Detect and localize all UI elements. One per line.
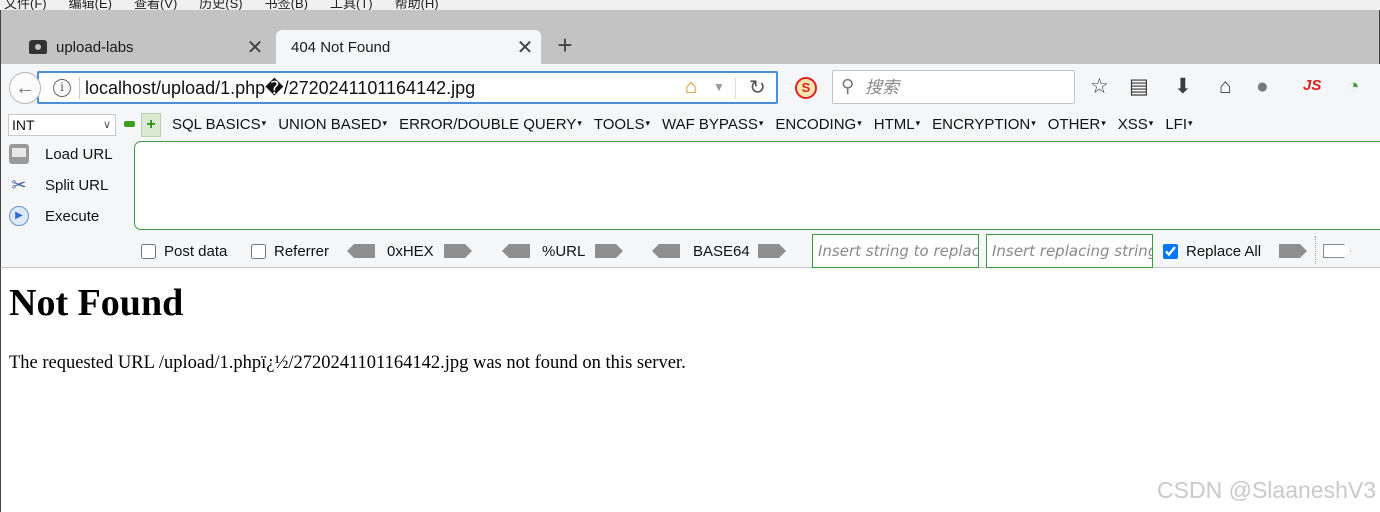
hackbar-url-textarea[interactable] <box>134 141 1380 230</box>
extension-icon[interactable]: ◔ <box>1347 74 1360 100</box>
url-encode-arrow-icon[interactable] <box>595 244 623 258</box>
divider <box>735 77 736 99</box>
hackbar-menu: INT ∨ + SQL BASICS UNION BASED ERROR/DOU… <box>0 110 1380 140</box>
reload-icon[interactable]: ↻ <box>749 75 766 100</box>
globe-icon[interactable]: ● <box>1256 74 1269 100</box>
menu-lfi[interactable]: LFI <box>1165 116 1192 133</box>
load-url-button[interactable]: Load URL <box>9 141 113 167</box>
menu-bar: 文件(F) 编辑(E) 查看(V) 历史(S) 书签(B) 工具(T) 帮助(H… <box>0 0 1380 10</box>
url-decode-arrow-icon[interactable] <box>502 244 530 258</box>
base64-decode-arrow-icon[interactable] <box>652 244 680 258</box>
new-tab-button[interactable]: + <box>552 30 578 60</box>
watermark: CSDN @SlaaneshV3 <box>1157 477 1376 503</box>
hex-encode-arrow-icon[interactable] <box>444 244 472 258</box>
replace-string-input[interactable] <box>812 234 979 268</box>
post-data-label: Post data <box>164 243 228 260</box>
back-button[interactable]: ← <box>9 72 41 104</box>
chevron-down-icon: ∨ <box>102 119 111 131</box>
menu-encryption[interactable]: ENCRYPTION <box>932 116 1036 133</box>
menu-help[interactable]: 帮助(H) <box>395 0 439 10</box>
base64-label: BASE64 <box>693 243 750 260</box>
url-bar[interactable]: i localhost/upload/1.php�/27202411011641… <box>37 71 778 104</box>
search-box[interactable]: ⚲ <box>832 70 1075 104</box>
navigation-toolbar: i localhost/upload/1.php�/27202411011641… <box>0 64 1380 110</box>
tab-not-found[interactable]: 404 Not Found ✕ <box>276 30 541 64</box>
menu-html[interactable]: HTML <box>874 116 920 133</box>
replace-next-arrow-icon[interactable] <box>1323 244 1351 258</box>
site-favicon-icon <box>29 40 47 54</box>
search-input[interactable] <box>865 78 1065 98</box>
type-select[interactable]: INT ∨ <box>8 114 116 136</box>
split-url-label: Split URL <box>45 176 109 194</box>
type-select-value: INT <box>12 117 35 133</box>
base64-encode-arrow-icon[interactable] <box>758 244 786 258</box>
url-text[interactable]: localhost/upload/1.php�/2720241101164142… <box>85 78 475 99</box>
play-icon: ▶ <box>9 206 29 226</box>
post-data-checkbox[interactable]: Post data <box>141 243 227 260</box>
menu-sql-basics[interactable]: SQL BASICS <box>172 116 266 133</box>
hackbar-options: Post data Referrer 0xHEX %URL BASE64 Rep… <box>1 232 1380 268</box>
referrer-checkbox[interactable]: Referrer <box>251 243 329 260</box>
home-icon[interactable]: ⌂ <box>1219 74 1232 100</box>
reading-list-icon[interactable]: ▤ <box>1129 74 1149 100</box>
info-icon[interactable]: i <box>53 79 71 97</box>
hex-label: 0xHEX <box>387 243 434 260</box>
menu-union-based[interactable]: UNION BASED <box>278 116 387 133</box>
split-url-button[interactable]: ✂ Split URL <box>9 172 108 198</box>
referrer-label: Referrer <box>274 243 330 260</box>
scissors-icon: ✂ <box>11 175 27 195</box>
menu-waf-bypass[interactable]: WAF BYPASS <box>662 116 763 133</box>
referrer-check[interactable] <box>251 244 266 259</box>
search-icon: ⚲ <box>841 76 855 96</box>
menu-tools[interactable]: TOOLS <box>594 116 650 133</box>
menu-error-double-query[interactable]: ERROR/DOUBLE QUERY <box>399 116 582 133</box>
execute-label: Execute <box>45 207 100 225</box>
close-icon[interactable]: ✕ <box>243 35 267 60</box>
hackbar-panel: Load URL ✂ Split URL ▶ Execute Post data… <box>0 140 1380 268</box>
post-data-check[interactable] <box>141 244 156 259</box>
noscript-icon[interactable]: S <box>795 77 817 99</box>
tab-bar: upload-labs ✕ 404 Not Found ✕ + <box>0 10 1380 64</box>
menu-file[interactable]: 文件(F) <box>4 0 47 10</box>
menu-edit[interactable]: 编辑(E) <box>69 0 112 10</box>
plus-icon[interactable]: + <box>141 113 161 137</box>
replacing-string-input[interactable] <box>986 234 1153 268</box>
star-icon[interactable]: ☆ <box>1090 74 1109 100</box>
close-icon[interactable]: ✕ <box>513 35 537 60</box>
javascript-icon[interactable]: JS <box>1303 77 1321 94</box>
tab-upload-labs[interactable]: upload-labs ✕ <box>19 30 271 64</box>
replace-all-check[interactable] <box>1163 244 1178 259</box>
menu-other[interactable]: OTHER <box>1048 116 1106 133</box>
home-icon[interactable]: ⌂ <box>685 76 697 99</box>
load-url-icon <box>9 144 29 164</box>
tab-label: upload-labs <box>56 38 134 56</box>
menu-history[interactable]: 历史(S) <box>199 0 242 10</box>
page-content: Not Found The requested URL /upload/1.ph… <box>0 268 1380 512</box>
download-icon[interactable]: ⬇ <box>1174 74 1192 100</box>
menu-tools[interactable]: 工具(T) <box>330 0 373 10</box>
tab-label: 404 Not Found <box>291 38 391 56</box>
url-label: %URL <box>542 243 586 260</box>
replace-arrow-icon[interactable] <box>1279 244 1307 258</box>
replace-all-checkbox[interactable]: Replace All <box>1163 243 1261 260</box>
hex-decode-arrow-icon[interactable] <box>347 244 375 258</box>
divider <box>79 77 80 99</box>
menu-encoding[interactable]: ENCODING <box>775 116 861 133</box>
page-title: Not Found <box>9 282 184 324</box>
menu-xss[interactable]: XSS <box>1118 116 1154 133</box>
replace-all-label: Replace All <box>1186 243 1262 260</box>
divider <box>1315 236 1316 264</box>
chevron-down-icon[interactable]: ▼ <box>713 80 725 94</box>
menu-bookmarks[interactable]: 书签(B) <box>265 0 308 10</box>
execute-button[interactable]: ▶ Execute <box>9 203 99 229</box>
error-message: The requested URL /upload/1.phpï¿½/27202… <box>9 353 686 373</box>
load-url-label: Load URL <box>45 145 113 163</box>
minus-icon[interactable] <box>124 121 135 127</box>
menu-view[interactable]: 查看(V) <box>134 0 177 10</box>
